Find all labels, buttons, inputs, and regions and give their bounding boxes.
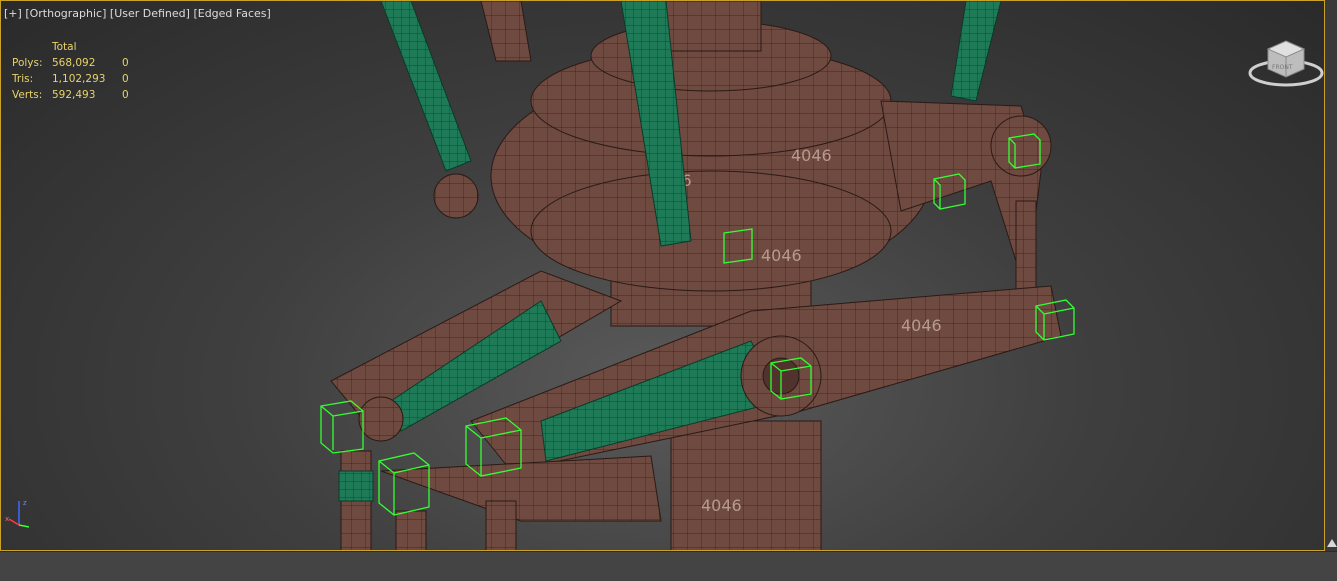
viewport-view-menu[interactable]: [Orthographic] xyxy=(25,7,106,20)
texture-text: 4046 xyxy=(761,246,802,265)
bottom-bar xyxy=(0,551,1337,581)
stats-selected: 0 xyxy=(122,57,129,69)
viewcube-face-label: FRONT xyxy=(1272,64,1293,71)
stats-total: 1,102,293 xyxy=(52,73,106,85)
stats-selected: 0 xyxy=(122,73,129,85)
viewport-shading-menu[interactable]: [User Defined] xyxy=(110,7,190,20)
perspective-viewport[interactable]: 4046 4046 4046 4046 404 xyxy=(0,0,1325,551)
svg-text:x: x xyxy=(5,515,9,523)
stats-row-polys: Polys: 568,092 0 xyxy=(12,55,129,71)
stats-header: Total xyxy=(52,41,77,53)
viewport-label: [+] [Orthographic] [User Defined] [Edged… xyxy=(4,7,271,20)
viewport-menu-plus[interactable]: [+] xyxy=(4,7,22,20)
axis-tripod-icon: z x xyxy=(5,499,30,528)
viewport-side-bar xyxy=(1325,0,1337,551)
texture-text: 4046 xyxy=(701,496,742,515)
texture-text: 4046 xyxy=(901,316,942,335)
stats-label: Polys: xyxy=(12,57,43,69)
stats-label: Tris: xyxy=(12,73,34,85)
viewcube-icon[interactable]: FRONT xyxy=(1248,37,1324,89)
stats-total: 568,092 xyxy=(52,57,96,69)
model-render[interactable]: 4046 4046 4046 4046 404 xyxy=(1,1,1325,551)
stats-row-verts: Verts: 592,493 0 xyxy=(12,87,129,103)
viewport-display-menu[interactable]: [Edged Faces] xyxy=(193,7,270,20)
stats-selected: 0 xyxy=(122,89,129,101)
maximize-toggle-icon[interactable] xyxy=(1327,539,1337,547)
svg-text:z: z xyxy=(23,499,27,507)
texture-text: 4046 xyxy=(791,146,832,165)
stats-row-tris: Tris: 1,102,293 0 xyxy=(12,71,129,87)
stats-label: Verts: xyxy=(12,89,43,101)
statistics-overlay: Total Polys: 568,092 0 Tris: 1,102,293 0… xyxy=(12,39,129,103)
right-upper-arm xyxy=(880,100,1052,302)
stats-total: 592,493 xyxy=(52,89,96,101)
